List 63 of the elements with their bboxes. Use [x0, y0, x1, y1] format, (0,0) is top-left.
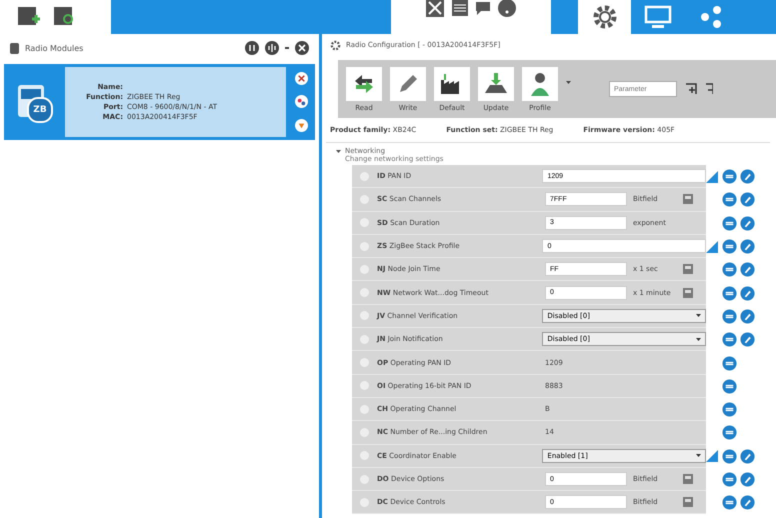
read-icon[interactable] [722, 216, 737, 231]
chat-icon[interactable] [474, 0, 492, 16]
expand-icon[interactable] [294, 118, 308, 132]
read-icon[interactable] [722, 169, 737, 184]
calculator-icon[interactable] [683, 497, 693, 508]
calculator-icon[interactable] [683, 474, 693, 484]
write-icon[interactable] [740, 495, 755, 510]
tools-icon[interactable] [426, 0, 446, 17]
calculator-icon[interactable] [683, 194, 693, 204]
pencil-icon [397, 72, 419, 94]
read-icon[interactable] [722, 425, 737, 440]
monitor-icon [644, 5, 672, 29]
write-icon[interactable] [740, 332, 755, 348]
add-module-icon[interactable] [18, 7, 40, 27]
module-badge: ZB [27, 97, 53, 123]
write-icon[interactable] [740, 472, 755, 487]
read-icon[interactable] [722, 192, 737, 208]
read-icon[interactable] [722, 472, 737, 487]
write-icon[interactable] [740, 286, 755, 301]
expand-arrow-icon[interactable] [336, 148, 341, 154]
write-icon[interactable] [740, 169, 755, 184]
search-module-icon[interactable] [54, 7, 76, 27]
write-icon[interactable] [740, 239, 755, 254]
read-icon[interactable] [722, 448, 737, 464]
dash-icon [285, 47, 289, 49]
mode-tab[interactable] [631, 0, 685, 34]
network-icon [699, 5, 724, 29]
read-icon[interactable] [722, 495, 737, 510]
calculator-icon[interactable] [683, 288, 693, 298]
dropdown-arrow-icon[interactable] [566, 80, 571, 84]
pane-title: Radio Modules [25, 44, 84, 52]
read-icon[interactable] [722, 308, 737, 324]
gear-icon [330, 40, 341, 50]
calculator-icon[interactable] [683, 264, 693, 274]
help-icon[interactable] [498, 0, 516, 17]
expand-all-icon[interactable] [685, 83, 697, 95]
read-icon[interactable] [722, 262, 737, 278]
write-icon[interactable] [740, 308, 755, 324]
dropdown-arrow-icon [696, 338, 701, 341]
pause-icon[interactable] [245, 41, 259, 55]
read-icon[interactable] [722, 332, 737, 348]
remove-icon[interactable] [294, 72, 308, 86]
read-icon[interactable] [722, 378, 737, 394]
modules-icon [10, 42, 19, 54]
close-icon[interactable] [295, 41, 309, 55]
write-icon[interactable] [740, 216, 755, 231]
dropdown-arrow-icon [696, 454, 701, 458]
download-icon [484, 72, 508, 94]
read-icon[interactable] [722, 356, 737, 371]
write-icon[interactable] [740, 192, 755, 208]
read-icon[interactable] [722, 239, 737, 254]
write-icon[interactable] [740, 262, 755, 278]
list-settings-icon[interactable] [265, 41, 279, 55]
collapse-all-icon[interactable] [705, 83, 713, 95]
nodes-icon[interactable] [294, 95, 308, 108]
read-icon[interactable] [722, 286, 737, 301]
read-icon[interactable] [722, 402, 737, 418]
gear-icon [592, 4, 618, 30]
toolbar-background [551, 0, 578, 34]
person-icon [530, 72, 550, 96]
write-icon[interactable] [740, 448, 755, 464]
dropdown-arrow-icon [696, 314, 701, 318]
list-icon[interactable] [452, 0, 468, 16]
